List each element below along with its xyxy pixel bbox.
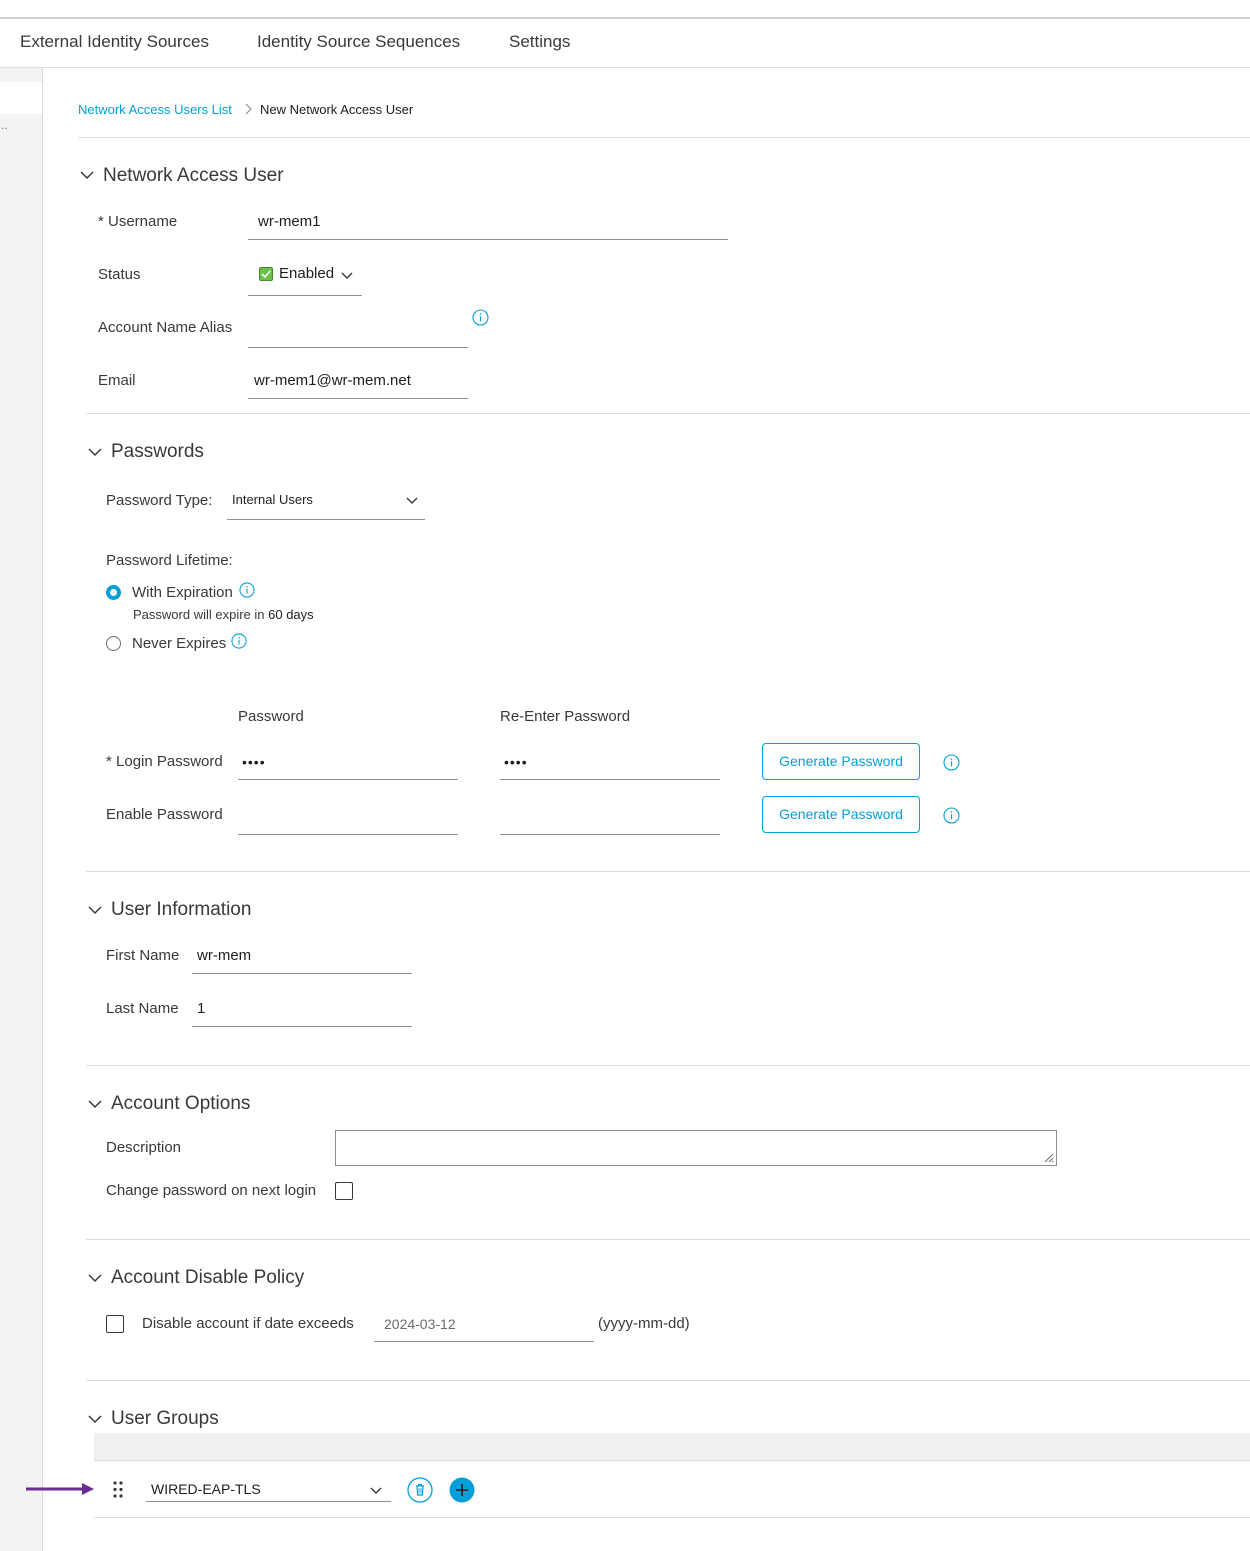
generate-login-password-button[interactable]: Generate Password xyxy=(762,743,920,780)
tab-external-identity-sources[interactable]: External Identity Sources xyxy=(20,32,209,52)
password-type-value: Internal Users xyxy=(232,492,313,507)
section-divider xyxy=(86,413,1250,414)
never-expires-radio[interactable] xyxy=(106,636,121,651)
disable-account-checkbox[interactable] xyxy=(106,1315,124,1333)
chevron-down-icon[interactable] xyxy=(87,447,103,457)
description-textarea[interactable] xyxy=(335,1130,1057,1166)
account-name-alias-field[interactable] xyxy=(248,316,468,348)
section-title-account-options[interactable]: Account Options xyxy=(111,1093,250,1115)
chevron-down-icon xyxy=(341,272,353,279)
top-divider xyxy=(0,17,1250,19)
account-name-alias-label: Account Name Alias xyxy=(98,319,233,336)
first-name-label: First Name xyxy=(106,947,180,964)
user-groups-table-header xyxy=(94,1433,1250,1461)
login-password-label: * Login Password xyxy=(106,753,223,770)
email-field[interactable]: wr-mem1@wr-mem.net xyxy=(248,367,468,399)
with-expiration-radio[interactable] xyxy=(106,585,121,600)
chevron-down-icon[interactable] xyxy=(87,1273,103,1283)
annotation-arrow-icon xyxy=(26,1483,94,1495)
left-nav-panel xyxy=(0,68,43,1551)
section-divider xyxy=(86,871,1250,872)
left-nav-truncated-label: .. xyxy=(1,118,8,132)
status-value: Enabled xyxy=(279,265,335,282)
status-label: Status xyxy=(98,266,141,283)
enable-password-reenter-field[interactable] xyxy=(500,803,720,835)
password-type-label: Password Type: xyxy=(106,492,213,509)
user-group-value: WIRED-EAP-TLS xyxy=(151,1481,261,1497)
check-icon xyxy=(259,267,273,281)
resize-handle-icon[interactable] xyxy=(1042,1151,1054,1163)
with-expiration-label[interactable]: With Expiration xyxy=(132,584,233,601)
reenter-password-column-header: Re-Enter Password xyxy=(500,708,631,725)
expiration-note-prefix: Password will expire in xyxy=(133,607,265,622)
info-icon[interactable] xyxy=(239,582,255,598)
chevron-down-icon[interactable] xyxy=(87,1099,103,1109)
generate-enable-password-button[interactable]: Generate Password xyxy=(762,796,920,833)
section-divider xyxy=(86,1239,1250,1240)
username-label: * Username xyxy=(98,213,178,230)
chevron-down-icon[interactable] xyxy=(87,1414,103,1424)
user-groups-row-divider xyxy=(94,1517,1250,1518)
expiration-days: 60 days xyxy=(268,607,314,622)
section-title-account-disable-policy[interactable]: Account Disable Policy xyxy=(111,1267,304,1289)
change-password-label: Change password on next login xyxy=(106,1182,317,1199)
status-select[interactable]: Enabled xyxy=(248,261,362,296)
section-title-passwords[interactable]: Passwords xyxy=(111,441,204,463)
expiration-note: Password will expire in 60 days xyxy=(133,607,314,622)
password-type-select[interactable]: Internal Users xyxy=(227,485,425,520)
info-icon[interactable] xyxy=(943,807,960,824)
change-password-checkbox[interactable] xyxy=(335,1182,353,1200)
disable-date-field[interactable]: 2024-03-12 xyxy=(374,1310,594,1342)
enable-password-field[interactable] xyxy=(238,803,458,835)
password-lifetime-label: Password Lifetime: xyxy=(106,552,233,569)
section-title-user-information[interactable]: User Information xyxy=(111,899,251,921)
login-password-field[interactable]: •••• xyxy=(238,748,458,780)
description-label: Description xyxy=(106,1139,182,1156)
breadcrumb-current-page: New Network Access User xyxy=(260,102,414,117)
tab-identity-source-sequences[interactable]: Identity Source Sequences xyxy=(257,32,460,52)
username-field[interactable]: wr-mem1 xyxy=(248,208,728,240)
tab-settings[interactable]: Settings xyxy=(509,32,570,52)
chevron-down-icon xyxy=(370,1487,382,1494)
breadcrumb-network-access-users-list[interactable]: Network Access Users List xyxy=(78,102,232,117)
user-group-select[interactable]: WIRED-EAP-TLS xyxy=(146,1472,391,1502)
chevron-down-icon[interactable] xyxy=(87,905,103,915)
info-icon[interactable] xyxy=(472,309,489,326)
first-name-field[interactable]: wr-mem xyxy=(192,942,412,974)
info-icon[interactable] xyxy=(231,633,247,649)
trash-icon[interactable] xyxy=(407,1477,433,1503)
date-format-hint: (yyyy-mm-dd) xyxy=(598,1315,690,1332)
breadcrumb-chevron-right-icon xyxy=(245,103,252,115)
tab-bar-divider xyxy=(0,67,1250,68)
disable-account-label: Disable account if date exceeds xyxy=(142,1315,354,1332)
left-nav-selected-item[interactable] xyxy=(0,82,42,114)
enable-password-label: Enable Password xyxy=(106,806,223,823)
last-name-label: Last Name xyxy=(106,1000,179,1017)
section-divider xyxy=(86,1380,1250,1381)
email-label: Email xyxy=(98,372,136,389)
password-column-header: Password xyxy=(238,708,304,725)
last-name-field[interactable]: 1 xyxy=(192,995,412,1027)
info-icon[interactable] xyxy=(943,754,960,771)
breadcrumb-divider xyxy=(78,137,1250,138)
chevron-down-icon xyxy=(406,497,418,504)
section-title-user-groups[interactable]: User Groups xyxy=(111,1408,219,1430)
chevron-down-icon[interactable] xyxy=(79,170,95,180)
never-expires-label[interactable]: Never Expires xyxy=(132,635,226,652)
plus-icon[interactable] xyxy=(449,1477,475,1503)
login-password-reenter-field[interactable]: •••• xyxy=(500,748,720,780)
drag-handle-icon[interactable] xyxy=(112,1480,124,1499)
section-title-network-access-user[interactable]: Network Access User xyxy=(103,165,284,187)
section-divider xyxy=(86,1065,1250,1066)
